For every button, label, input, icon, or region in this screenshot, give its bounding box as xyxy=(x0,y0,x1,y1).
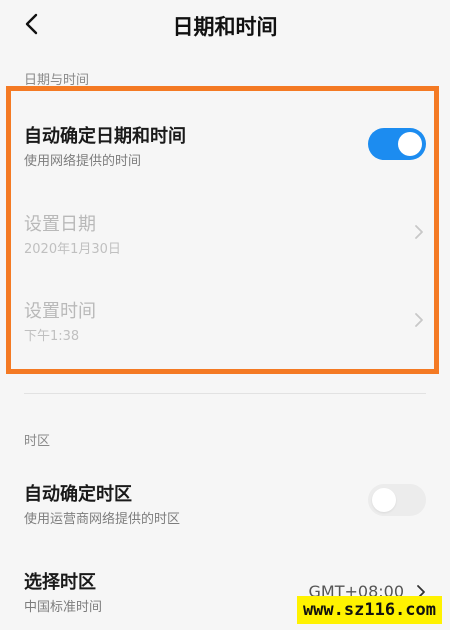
watermark: www.sz116.com xyxy=(296,596,442,624)
select-timezone-subtitle: 中国标准时间 xyxy=(24,600,103,615)
header: 日期和时间 xyxy=(0,0,450,52)
toggle-knob xyxy=(372,488,396,512)
auto-datetime-subtitle: 使用网络提供的时间 xyxy=(24,154,142,169)
set-date-row[interactable]: 设置日期 2020年1月30日 xyxy=(0,198,450,278)
chevron-right-icon xyxy=(414,224,424,240)
toggle-knob xyxy=(398,132,422,156)
auto-datetime-title: 自动确定日期和时间 xyxy=(24,126,186,147)
set-date-title: 设置日期 xyxy=(24,214,96,235)
auto-datetime-toggle[interactable] xyxy=(368,128,426,160)
auto-timezone-title: 自动确定时区 xyxy=(24,484,132,505)
auto-timezone-subtitle: 使用运营商网络提供的时区 xyxy=(24,512,181,527)
auto-datetime-row[interactable]: 自动确定日期和时间 使用网络提供的时间 xyxy=(0,110,450,190)
set-time-title: 设置时间 xyxy=(24,301,96,322)
select-timezone-title: 选择时区 xyxy=(24,572,96,593)
section-label-timezone: 时区 xyxy=(24,434,51,449)
set-time-row[interactable]: 设置时间 下午1:38 xyxy=(0,285,450,365)
page-title: 日期和时间 xyxy=(172,15,278,39)
set-date-value: 2020年1月30日 xyxy=(24,242,121,257)
set-time-value: 下午1:38 xyxy=(24,329,80,344)
auto-timezone-toggle[interactable] xyxy=(368,484,426,516)
date-time-settings-page: 日期和时间 日期与时间 自动确定日期和时间 使用网络提供的时间 设置日期 202… xyxy=(0,0,450,630)
auto-timezone-row[interactable]: 自动确定时区 使用运营商网络提供的时区 xyxy=(0,470,450,540)
chevron-right-icon xyxy=(414,312,424,328)
section-divider xyxy=(24,393,426,394)
section-label-datetime: 日期与时间 xyxy=(24,73,90,88)
